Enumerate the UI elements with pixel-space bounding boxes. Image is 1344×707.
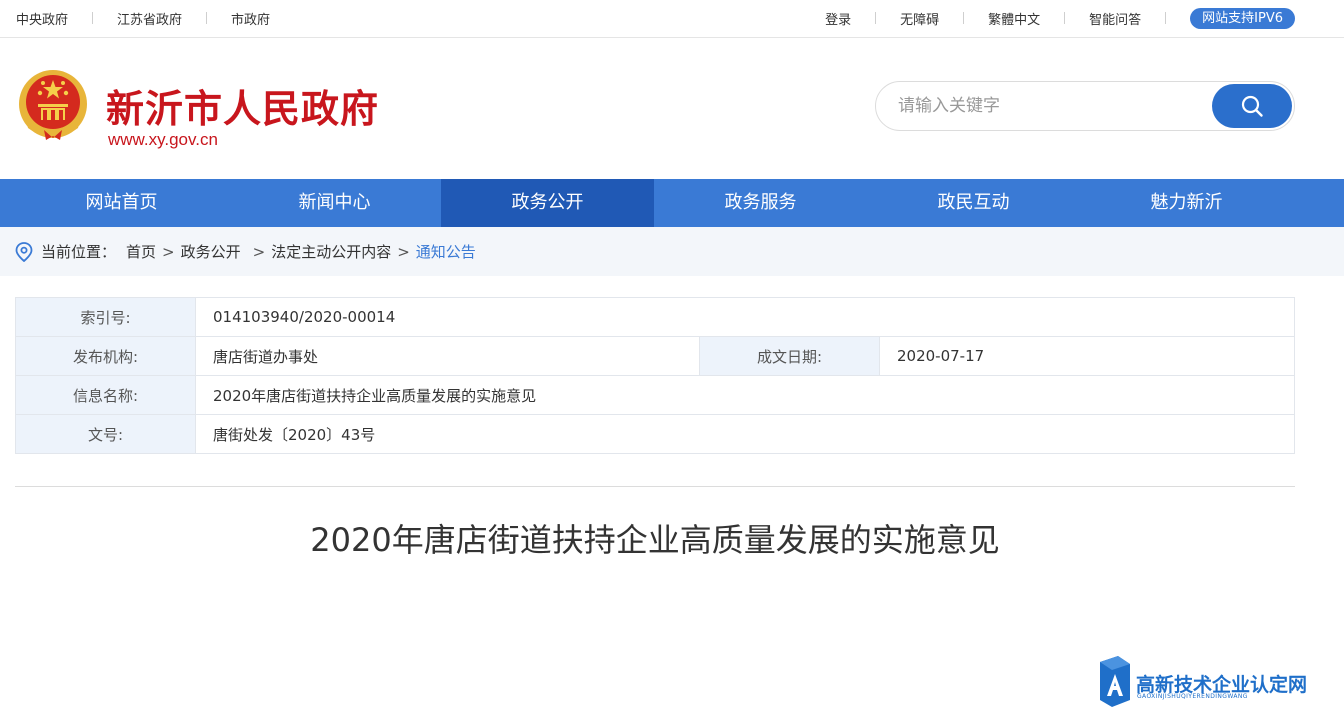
date-value: 2020-07-17 [879,336,1295,376]
table-row: 信息名称: 2020年唐店街道扶持企业高质量发展的实施意见 [15,375,1295,415]
publisher-value: 唐店街道办事处 [195,336,700,376]
divider [875,12,877,24]
doc-number-value: 唐街处发〔2020〕43号 [195,414,1295,454]
search-button[interactable] [1212,84,1292,128]
breadcrumb-notices[interactable]: 通知公告 [416,241,476,262]
search-box [875,81,1295,131]
link-provincial-government[interactable]: 江苏省政府 [117,9,182,28]
index-value: 014103940/2020-00014 [195,297,1295,337]
publisher-label: 发布机构: [15,336,196,376]
breadcrumb-government-affairs[interactable]: 政务公开 [181,241,241,262]
link-central-government[interactable]: 中央政府 [16,9,68,28]
top-utility-bar: 中央政府 江苏省政府 市政府 登录 无障碍 繁體中文 智能问答 网站支持IPV6 [0,0,1344,38]
divider [1064,12,1066,24]
breadcrumb-separator: > [252,242,266,261]
login-link[interactable]: 登录 [825,9,851,28]
breadcrumb-separator: > [397,242,410,261]
date-label: 成文日期: [699,336,880,376]
info-name-label: 信息名称: [15,375,196,415]
divider [92,12,94,24]
national-emblem-icon[interactable] [16,68,90,144]
breadcrumb-label: 当前位置： [41,243,117,261]
ipv6-badge[interactable]: 网站支持IPV6 [1190,7,1295,29]
divider [963,12,965,24]
accessibility-link[interactable]: 无障碍 [900,9,939,28]
nav-government-services[interactable]: 政务服务 [654,179,867,227]
site-url: www.xy.gov.cn [108,130,218,149]
nav-home[interactable]: 网站首页 [15,179,228,227]
traditional-chinese-link[interactable]: 繁體中文 [988,9,1040,28]
doc-number-label: 文号: [15,414,196,454]
site-title[interactable]: 新沂市人民政府 [106,78,379,133]
breadcrumb: 当前位置： 首页 > 政务公开 > 法定主动公开内容 > 通知公告 [0,227,1344,276]
search-input[interactable] [898,94,1198,118]
nav-news-center[interactable]: 新闻中心 [228,179,441,227]
table-row: 文号: 唐街处发〔2020〕43号 [15,414,1295,454]
index-label: 索引号: [15,297,196,337]
main-nav: 网站首页 新闻中心 政务公开 政务服务 政民互动 魅力新沂 [0,179,1344,227]
link-city-government[interactable]: 市政府 [231,9,270,28]
breadcrumb-statutory-content[interactable]: 法定主动公开内容 [271,241,391,262]
top-right-links: 登录 无障碍 繁體中文 智能问答 网站支持IPV6 [825,0,1295,36]
breadcrumb-home[interactable]: 首页 [126,241,156,262]
site-header: 新沂市人民政府 www.xy.gov.cn [0,38,1344,179]
nav-government-affairs-open[interactable]: 政务公开 [441,179,654,227]
watermark-logo: 高新技术企业认定网 GAOXINJISHUQIYERENDINGWANG [1096,656,1344,707]
article-title: 2020年唐店街道扶持企业高质量发展的实施意见 [310,521,1000,559]
watermark-subtext: GAOXINJISHUQIYERENDINGWANG [1137,693,1248,700]
content-divider [15,486,1295,487]
top-left-links: 中央政府 江苏省政府 市政府 [16,0,270,36]
location-pin-icon [15,241,33,262]
divider [206,12,208,24]
info-name-value: 2020年唐店街道扶持企业高质量发展的实施意见 [195,375,1295,415]
search-icon [1241,95,1263,117]
document-info-table: 索引号: 014103940/2020-00014 发布机构: 唐店街道办事处 … [15,297,1295,454]
table-row: 索引号: 014103940/2020-00014 [15,297,1295,337]
breadcrumb-separator: > [162,242,175,261]
smart-qa-link[interactable]: 智能问答 [1089,9,1141,28]
table-row: 发布机构: 唐店街道办事处 成文日期: 2020-07-17 [15,336,1295,376]
nav-public-interaction[interactable]: 政民互动 [867,179,1080,227]
divider [1165,12,1167,24]
nav-charm-xinyi[interactable]: 魅力新沂 [1080,179,1293,227]
watermark-a-icon [1100,656,1130,707]
